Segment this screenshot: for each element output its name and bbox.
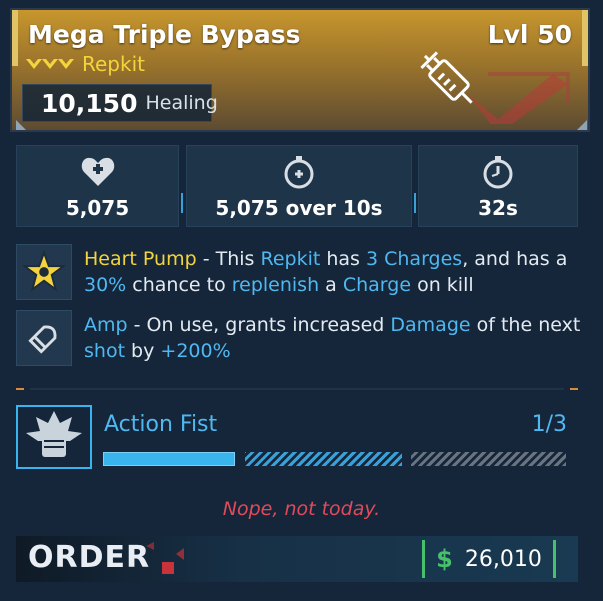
header-edge-right xyxy=(582,10,588,66)
corner-accent xyxy=(16,120,26,130)
amp-bullet-icon xyxy=(28,325,57,354)
healing-value: 10,150 xyxy=(41,88,138,118)
ability-charge-bar-pending xyxy=(245,452,402,466)
perk-sep: - xyxy=(127,314,147,336)
perk-text-part: has xyxy=(320,248,366,270)
rarity-chevrons-icon xyxy=(26,59,74,69)
perk-keyword: Charge xyxy=(342,274,412,296)
heart-health-icon xyxy=(81,157,114,186)
perk-keyword: +200% xyxy=(160,340,231,362)
action-fist-icon xyxy=(26,411,82,457)
price-value: 26,010 xyxy=(464,546,542,572)
perk-icon-frame xyxy=(16,310,72,366)
perk-name: Heart Pump xyxy=(84,248,197,270)
perk-name: Amp xyxy=(84,314,128,336)
perk-keyword: replenish xyxy=(231,274,320,296)
syringe-icon xyxy=(420,51,473,104)
stat-regen-value: 5,075 over 10s xyxy=(215,196,383,220)
cooldown-stopwatch-icon xyxy=(483,156,513,189)
perk-text-part: This xyxy=(215,248,261,270)
perk-keyword: Repkit xyxy=(260,248,321,270)
perk-text-part: a xyxy=(319,274,343,296)
stat-divider xyxy=(181,193,183,213)
perk-text-part: of the next xyxy=(470,314,581,336)
corner-accent xyxy=(577,120,587,130)
healing-label: Healing xyxy=(145,92,218,114)
ability-charge-bar-empty xyxy=(411,452,566,466)
dollar-icon: $ xyxy=(436,545,453,573)
ability-name: Action Fist xyxy=(104,412,218,437)
item-type: Repkit xyxy=(82,52,145,76)
item-card: Mega Triple Bypass Lvl 50 Repkit 10,150 … xyxy=(0,0,603,601)
ability-count: 1/3 xyxy=(531,412,567,437)
perk-keyword: Damage xyxy=(390,314,471,336)
perk-sep: - xyxy=(196,248,216,270)
ability-charge-bar-filled xyxy=(103,452,235,466)
stat-cooldown-value: 32s xyxy=(478,196,518,220)
stat-cooldown: 32s xyxy=(418,145,578,227)
manufacturer-logo: ORDER xyxy=(28,540,151,575)
perk-text-part: chance to xyxy=(126,274,232,296)
item-title: Mega Triple Bypass xyxy=(28,20,301,49)
rarity-row: Repkit xyxy=(26,52,145,76)
item-header: Mega Triple Bypass Lvl 50 Repkit 10,150 … xyxy=(10,8,590,132)
stats-row: 5,075 5,075 over 10s 32s xyxy=(16,145,578,227)
section-divider xyxy=(16,388,578,390)
flavor-text: Nope, not today. xyxy=(222,498,381,520)
manufacturer-footer: ORDER $ 26,010 xyxy=(16,536,578,582)
perk-text-part: on kill xyxy=(411,274,474,296)
perk-keyword: 30% xyxy=(84,274,127,296)
perk-amp: Amp - On use, grants increased Damage of… xyxy=(16,310,586,370)
stat-health-value: 5,075 xyxy=(65,196,130,220)
heart-pump-star-icon xyxy=(21,249,67,292)
regen-timer-icon xyxy=(284,156,314,189)
price-box: $ 26,010 xyxy=(422,540,556,578)
perk-text-part: On use, grants increased xyxy=(146,314,391,336)
stat-divider xyxy=(414,193,416,213)
perk-keyword: shot xyxy=(84,340,126,362)
perk-icon-frame xyxy=(16,244,72,300)
stat-health: 5,075 xyxy=(16,145,179,227)
stat-regen: 5,075 over 10s xyxy=(186,145,412,227)
healing-box: 10,150 Healing xyxy=(22,84,218,122)
header-edge-left xyxy=(12,10,18,66)
perk-keyword: 3 Charges xyxy=(365,248,463,270)
perk-text-part: by xyxy=(125,340,161,362)
perk-heart-pump: Heart Pump - This Repkit has 3 Charges, … xyxy=(16,244,586,304)
perk-description: Amp - On use, grants increased Damage of… xyxy=(84,312,584,364)
item-level: Lvl 50 xyxy=(487,20,572,49)
ability-icon-frame xyxy=(16,405,92,469)
perk-description: Heart Pump - This Repkit has 3 Charges, … xyxy=(84,246,584,298)
perk-text-part: , and has a xyxy=(462,248,568,270)
